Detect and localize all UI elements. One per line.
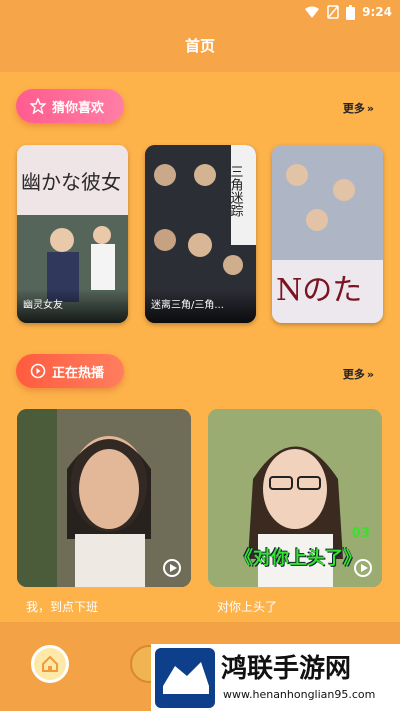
home-icon (42, 655, 58, 672)
double-chevron-right-icon: » (366, 367, 374, 381)
recommend-more-label: 更多 (342, 102, 365, 115)
recommend-more-link[interactable]: 更多 » (343, 100, 374, 116)
poster-2-title-art: 三角迷踪 (228, 165, 244, 217)
video-card-1[interactable] (17, 409, 191, 587)
episode-number: 03 (351, 526, 370, 541)
status-time: 9:24 (362, 5, 392, 19)
header: 首页 (0, 24, 400, 72)
play-icon[interactable] (163, 559, 181, 577)
watermark: 鸿联手游网 www.henanhonglian95.com (151, 644, 400, 711)
battery-icon (346, 4, 356, 20)
no-sim-icon (327, 5, 339, 19)
poster-image-3: Nのた (272, 145, 383, 323)
watermark-url: www.henanhonglian95.com (223, 688, 376, 701)
poster-2-title: 迷离三角/三角... (151, 300, 224, 311)
bull-logo-icon (155, 647, 215, 708)
star-icon (30, 98, 46, 114)
video-thumbnail-1 (17, 409, 191, 587)
poster-3-title-art: Nのた (276, 273, 362, 308)
poster-1-caption: 幽灵女友 (17, 289, 128, 323)
poster-card-1[interactable]: 幽かな彼女 幽灵女友 (17, 145, 128, 323)
status-bar: 9:24 (0, 0, 400, 24)
double-chevron-right-icon: » (366, 101, 374, 115)
status-icons: 9:24 (304, 3, 392, 21)
section-recommend-label: 猜你喜欢 (52, 100, 105, 116)
video-title-overlay: 《对你上头了》 (235, 548, 361, 569)
video-1-title: 我，到点下班 (26, 600, 99, 614)
page-title: 首页 (184, 37, 215, 55)
poster-1-title: 幽灵女友 (23, 300, 63, 311)
section-hot-tag: 正在热播 (16, 354, 124, 388)
video-2-title: 对你上头了 (217, 600, 278, 614)
section-recommend-tag: 猜你喜欢 (16, 89, 124, 123)
section-hot-label: 正在热播 (52, 365, 105, 381)
play-circle-icon (30, 363, 46, 379)
play-icon[interactable] (354, 559, 372, 577)
hot-more-label: 更多 (342, 368, 365, 381)
wifi-icon (305, 6, 320, 18)
watermark-name: 鸿联手游网 (221, 654, 352, 684)
video-card-2[interactable]: 03 《对你上头了》 (208, 409, 382, 587)
poster-2-caption: 迷离三角/三角... (145, 289, 256, 323)
poster-card-2[interactable]: 三角迷踪 迷离三角/三角... (145, 145, 256, 323)
tab-home[interactable] (31, 645, 69, 683)
poster-card-3[interactable]: Nのた (272, 145, 383, 323)
poster-1-title-art: 幽かな彼女 (21, 170, 121, 194)
home-content: 猜你喜欢 更多 » 幽かな彼女 幽灵女友 三角迷踪 迷离三角/三角... Nのた… (0, 72, 400, 622)
hot-more-link[interactable]: 更多 » (343, 366, 374, 382)
